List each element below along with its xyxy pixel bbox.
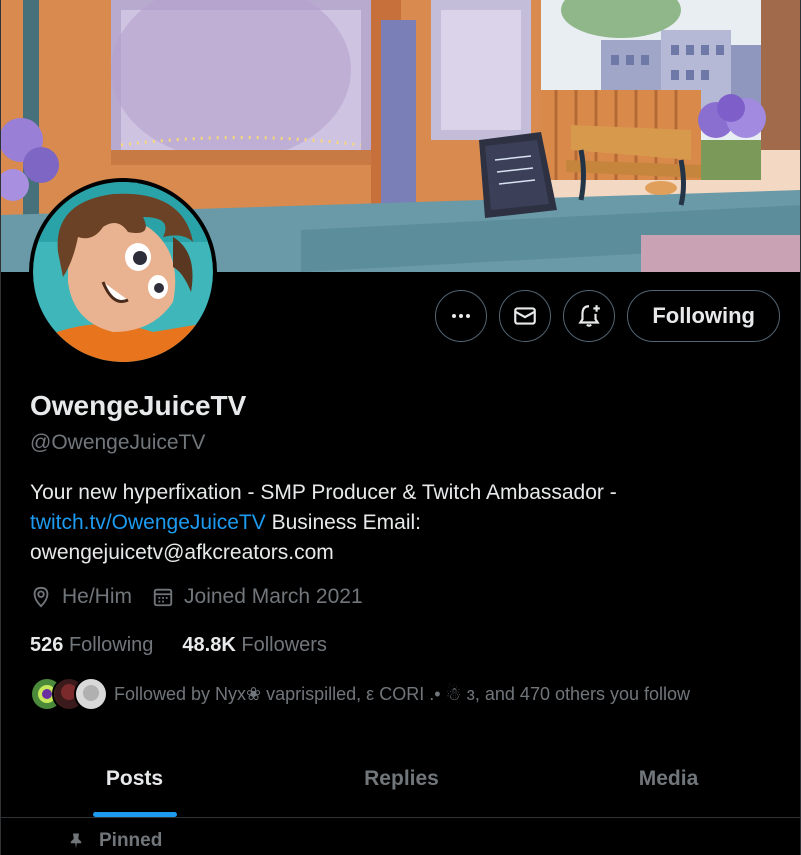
followers-label: Followers [241,634,327,656]
bio-business-label: Business Email: [265,511,421,534]
followed-by-text: Followed by Nyx❀ vaprispilled, ε CORI .•… [114,683,691,704]
calendar-icon [153,588,173,607]
tab-replies-label: Replies [364,766,439,790]
tab-replies[interactable]: Replies [268,740,535,817]
bio-email: owengejuicetv@afkcreators.com [30,541,334,564]
follow-stats: 526 Following 48.8K Followers [30,634,356,657]
message-button[interactable] [499,290,552,342]
profile-bio: Your new hyperfixation - SMP Producer & … [30,478,770,568]
mini-avatar [74,677,108,711]
active-tab-indicator [92,812,177,817]
bio-twitch-link[interactable]: twitch.tv/OwengeJuiceTV [30,511,266,534]
followed-by-avatars [30,677,108,711]
profile-tabs: Posts Replies Media [1,740,800,818]
following-count: 526 [30,634,64,656]
more-icon [452,314,471,318]
joined-item: Joined March 2021 [152,585,363,609]
profile-avatar[interactable] [29,178,217,366]
tab-posts[interactable]: Posts [1,740,268,817]
display-name: OwengeJuiceTV [30,390,247,421]
tab-posts-label: Posts [105,766,164,790]
pinned-label: Pinned [99,830,163,851]
joined-text: Joined March 2021 [184,585,363,608]
tab-media-label: Media [638,766,699,790]
more-button[interactable] [435,290,488,342]
following-label: Following [68,634,154,656]
pronouns-text: He/Him [62,585,133,608]
followers-count: 48.8K [182,634,236,656]
envelope-icon [514,307,537,325]
pinned-indicator: Pinned [67,830,162,852]
bell-plus-icon [578,305,601,327]
tab-media[interactable]: Media [535,740,800,817]
followed-by-row[interactable]: Followed by Nyx❀ vaprispilled, ε CORI .•… [30,677,690,711]
bio-text: Your new hyperfixation - SMP Producer & … [30,481,617,504]
location-pin-icon [33,586,49,608]
pronouns-item: He/Him [30,585,132,609]
profile-meta: He/Him Joined March 2021 [30,585,383,609]
following-stat[interactable]: 526 Following [30,634,153,657]
pin-icon [70,833,82,849]
notifications-button[interactable] [563,290,616,342]
avatar-illustration [33,182,213,362]
following-button[interactable]: Following [627,290,780,342]
user-handle: @OwengeJuiceTV [30,431,206,454]
followers-stat[interactable]: 48.8K Followers [182,634,327,657]
profile-page: Following OwengeJuiceTV @OwengeJuiceTV Y… [0,0,801,855]
profile-actions: Following [435,290,780,342]
